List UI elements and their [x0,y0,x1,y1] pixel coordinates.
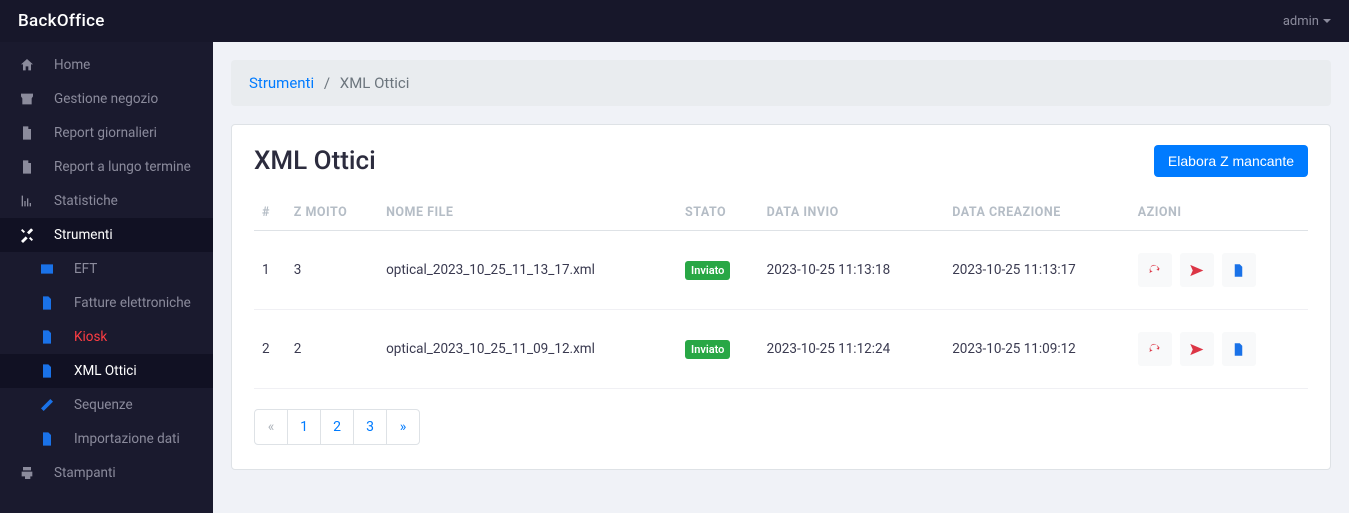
cell-filename: optical_2023_10_25_11_09_12.xml [378,310,677,389]
sidebar-item-home[interactable]: Home [0,48,213,82]
breadcrumb-parent[interactable]: Strumenti [249,74,314,92]
cell-index: 1 [254,231,286,310]
refresh-icon [1147,263,1162,278]
send-icon [1189,342,1204,357]
breadcrumb-separator: / [324,74,330,92]
sidebar-item-label: Gestione negozio [54,91,158,107]
file-icon [18,158,36,176]
page-3[interactable]: 3 [353,409,387,445]
breadcrumb: Strumenti / XML Ottici [231,60,1331,106]
cell-actions [1130,231,1308,310]
card-icon [38,260,56,278]
cell-zmoito: 2 [286,310,378,389]
page-prev[interactable]: « [254,409,288,445]
tools-icon [18,226,36,244]
sidebar-item-label: Stampanti [54,465,116,481]
elabora-z-mancante-button[interactable]: Elabora Z mancante [1154,145,1308,177]
refresh-icon [1147,342,1162,357]
user-menu-label: admin [1283,14,1319,29]
sidebar-subitem-sequenze[interactable]: Sequenze [0,388,213,422]
sidebar-item-statistiche[interactable]: Statistiche [0,184,213,218]
download-icon [1231,342,1246,357]
download-button[interactable] [1222,253,1256,287]
cell-zmoito: 3 [286,231,378,310]
col-actions: AZIONI [1130,195,1308,231]
sidebar-item-label: XML Ottici [74,363,137,379]
app-brand: BackOffice [18,11,105,31]
sidebar-item-report-giornalieri[interactable]: Report giornalieri [0,116,213,150]
sidebar-subitem-fatture-elettroniche[interactable]: Fatture elettroniche [0,286,213,320]
csv-icon [38,430,56,448]
file-icon [18,124,36,142]
card-xml-ottici: XML Ottici Elabora Z mancante # Z MOITO … [231,124,1331,470]
sidebar-item-gestione-negozio[interactable]: Gestione negozio [0,82,213,116]
doc-icon [38,328,56,346]
sidebar-item-label: Report giornalieri [54,125,157,141]
cell-status: Inviato [677,231,759,310]
main-content: Strumenti / XML Ottici XML Ottici Elabor… [213,42,1349,513]
sidebar-item-report-lungo-termine[interactable]: Report a lungo termine [0,150,213,184]
cell-sent: 2023-10-25 11:13:18 [759,231,945,310]
sidebar-subitem-importazione-dati[interactable]: Importazione dati [0,422,213,456]
col-sent: DATA INVIO [759,195,945,231]
cell-created: 2023-10-25 11:13:17 [944,231,1130,310]
sidebar-item-label: Kiosk [74,329,107,345]
breadcrumb-current: XML Ottici [340,74,410,92]
sidebar-item-label: Statistiche [54,193,118,209]
pagination: « 1 2 3 » [254,409,1308,445]
chart-icon [18,192,36,210]
xml-ottici-table: # Z MOITO NOME FILE STATO DATA INVIO DAT… [254,195,1308,389]
cell-filename: optical_2023_10_25_11_13_17.xml [378,231,677,310]
table-row: 13optical_2023_10_25_11_13_17.xml Inviato… [254,231,1308,310]
send-icon [1189,263,1204,278]
cell-actions [1130,310,1308,389]
user-menu[interactable]: admin [1283,14,1331,29]
cell-sent: 2023-10-25 11:12:24 [759,310,945,389]
sidebar-item-label: Fatture elettroniche [74,295,191,311]
sidebar-item-strumenti[interactable]: Strumenti [0,218,213,252]
download-button[interactable] [1222,332,1256,366]
send-button[interactable] [1180,253,1214,287]
status-badge: Inviato [685,340,730,359]
refresh-button[interactable] [1138,253,1172,287]
doc-icon [38,294,56,312]
cell-index: 2 [254,310,286,389]
table-row: 22optical_2023_10_25_11_09_12.xmlInviato… [254,310,1308,389]
home-icon [18,56,36,74]
sidebar-item-label: Importazione dati [74,431,180,447]
sidebar-item-label: EFT [74,261,97,277]
cell-created: 2023-10-25 11:09:12 [944,310,1130,389]
sidebar-subitem-eft[interactable]: EFT [0,252,213,286]
col-created: DATA CREAZIONE [944,195,1130,231]
col-filename: NOME FILE [378,195,677,231]
page-2[interactable]: 2 [320,409,354,445]
send-button[interactable] [1180,332,1214,366]
page-next[interactable]: » [386,409,420,445]
col-zmoito: Z MOITO [286,195,378,231]
col-index: # [254,195,286,231]
print-icon [18,464,36,482]
chevron-down-icon [1323,19,1331,23]
col-status: STATO [677,195,759,231]
doc-icon [38,362,56,380]
status-badge: Inviato [685,261,730,280]
page-1[interactable]: 1 [287,409,321,445]
ruler-icon [38,396,56,414]
download-icon [1231,263,1246,278]
sidebar-item-stampanti[interactable]: Stampanti [0,456,213,490]
sidebar-item-label: Sequenze [74,397,133,413]
refresh-button[interactable] [1138,332,1172,366]
sidebar: Home Gestione negozio Report giornalieri… [0,42,213,513]
sidebar-item-label: Home [54,57,90,73]
page-title: XML Ottici [254,146,376,176]
store-icon [18,90,36,108]
sidebar-subitem-xml-ottici[interactable]: XML Ottici [0,354,213,388]
sidebar-subitem-kiosk[interactable]: Kiosk [0,320,213,354]
cell-status: Inviato [677,310,759,389]
sidebar-item-label: Report a lungo termine [54,159,191,175]
sidebar-item-label: Strumenti [54,227,113,243]
